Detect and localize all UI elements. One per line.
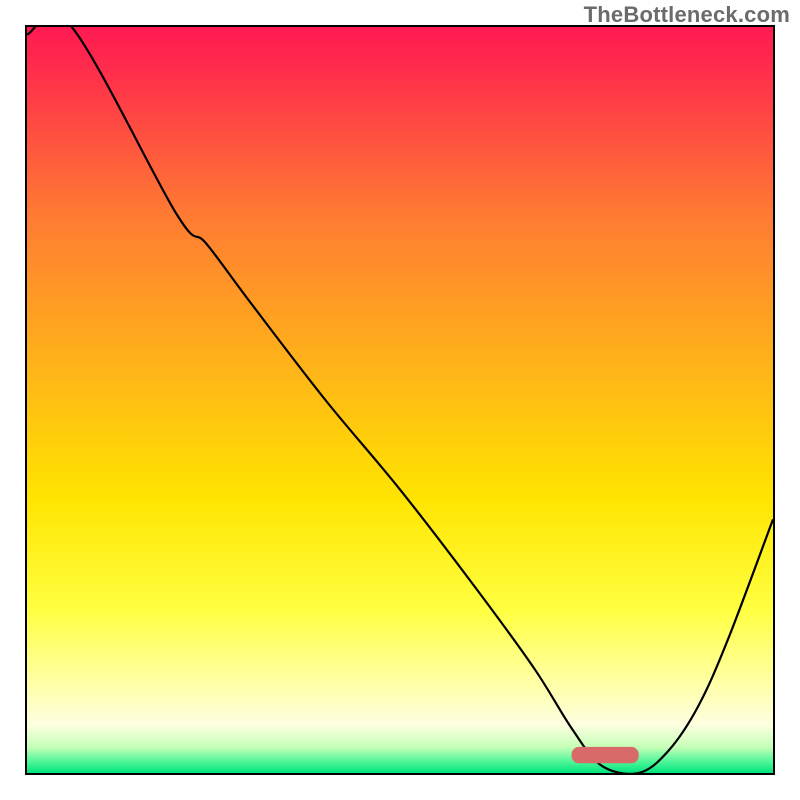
plot-svg xyxy=(27,27,773,773)
watermark-text: TheBottleneck.com xyxy=(584,2,790,28)
chart-frame: TheBottleneck.com xyxy=(0,0,800,800)
gradient-fill xyxy=(27,27,773,773)
plot-area xyxy=(25,25,775,775)
optimum-marker xyxy=(572,747,639,763)
